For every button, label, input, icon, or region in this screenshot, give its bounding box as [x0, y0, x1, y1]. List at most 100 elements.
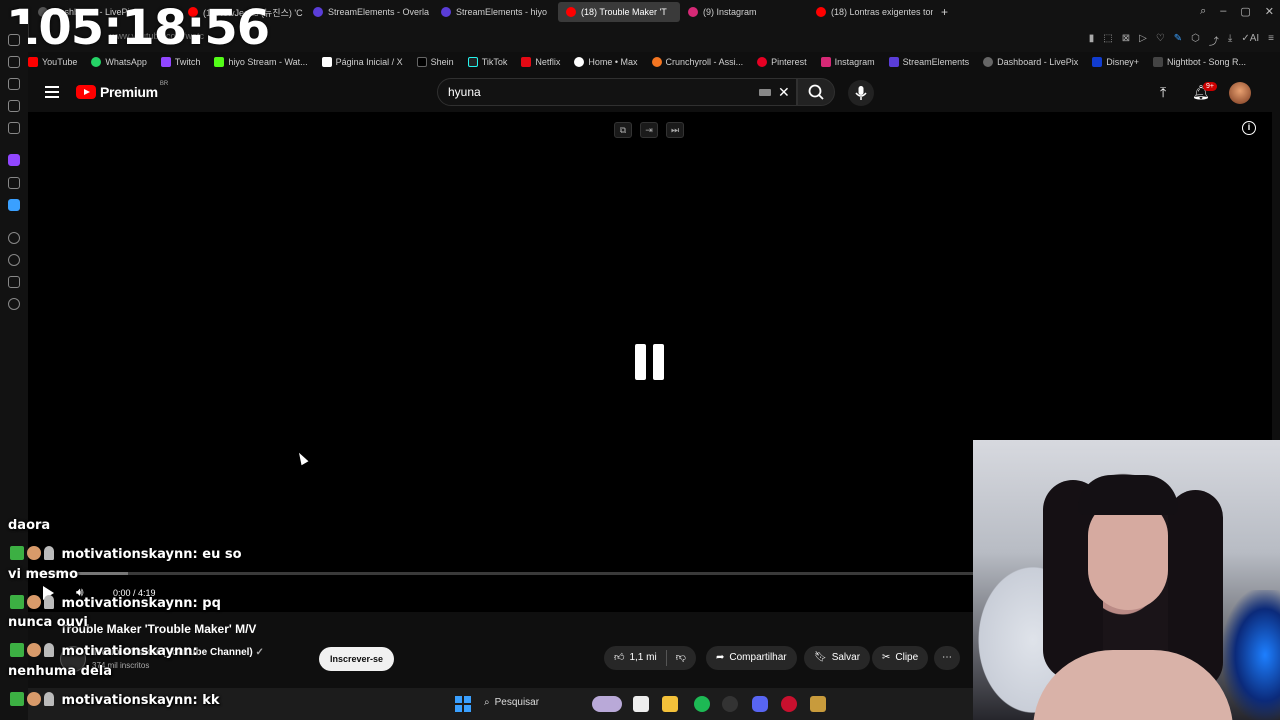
clear-search-icon[interactable]: ✕ — [778, 84, 790, 101]
bookmark-twitch[interactable]: Twitch — [160, 57, 200, 67]
tab-trouble-maker[interactable]: (18) Trouble Maker 'T — [558, 2, 680, 22]
bookmark-shein[interactable]: Shein — [416, 57, 454, 67]
chat-line: motivationskaynn: kk — [10, 692, 220, 708]
discord-icon[interactable] — [752, 696, 768, 712]
create-upload-icon[interactable]: ⤒ — [1160, 84, 1166, 101]
checkmark-badge-icon — [10, 546, 24, 560]
league-client-icon[interactable] — [810, 696, 826, 712]
tab-label: (9) Instagram — [703, 7, 757, 17]
menu-icon[interactable]: ≡ — [1268, 33, 1274, 48]
next-icon[interactable]: ⏭︎ — [666, 122, 684, 138]
subscribe-button[interactable]: Inscrever-se — [319, 647, 395, 671]
share-icon[interactable]: ⤴ — [1209, 33, 1219, 48]
file-explorer-icon[interactable] — [662, 696, 678, 712]
voice-search-button[interactable] — [848, 80, 874, 106]
settings-gear-icon[interactable] — [8, 298, 20, 310]
heart-icon[interactable]: ♡ — [1156, 33, 1165, 48]
video-progress-bar[interactable] — [28, 572, 973, 575]
search-tabs-icon[interactable]: ⌕ — [1200, 5, 1206, 18]
history-icon[interactable] — [8, 254, 20, 266]
chat-text: pq — [202, 596, 221, 611]
snipping-tool-icon[interactable] — [633, 696, 649, 712]
x-sidebar-icon[interactable] — [8, 177, 20, 189]
translate-icon[interactable]: ✎ — [1174, 33, 1182, 48]
minimize-icon[interactable]: – — [1220, 5, 1226, 18]
chat-line: motivationskaynn: eu so — [10, 546, 242, 562]
bookmark-instagram[interactable]: Instagram — [820, 57, 875, 67]
bookmark-streamelements[interactable]: StreamElements — [888, 57, 969, 67]
bookmark-crunchyroll[interactable]: Crunchyroll - Assi... — [651, 57, 743, 67]
search-input[interactable]: hyuna — [437, 78, 797, 106]
more-actions-button[interactable]: ⋯ — [934, 646, 960, 670]
pip-icon[interactable]: ⇥ — [640, 122, 658, 138]
chat-username: motivationskaynn: — [61, 547, 198, 562]
bookmark-youtube[interactable]: YouTube — [28, 57, 77, 67]
download-icon[interactable]: ⤓ — [1228, 33, 1232, 48]
back-icon[interactable] — [8, 34, 20, 46]
windows-start-icon[interactable] — [455, 696, 471, 712]
info-icon[interactable]: i — [1242, 121, 1256, 135]
bookmark-label: Pinterest — [771, 57, 807, 67]
translate-sidebar-icon[interactable] — [8, 199, 20, 211]
youtube-premium-logo[interactable]: Premium BR — [76, 81, 169, 100]
clip-button[interactable]: ✂ Clipe — [872, 646, 929, 670]
bookmark-livepix[interactable]: Dashboard - LivePix — [983, 57, 1078, 67]
close-window-icon[interactable]: ✕ — [1265, 5, 1274, 18]
bookmark-disney[interactable]: Disney+ — [1092, 57, 1139, 67]
chat-username: motivationskaynn: — [61, 693, 198, 708]
tab-instagram[interactable]: (9) Instagram — [680, 2, 808, 22]
chat-line: nunca ouvi — [8, 615, 88, 630]
bookmark-max[interactable]: Home • Max — [574, 57, 638, 67]
thumbs-down-icon: 👎︎ — [675, 652, 686, 663]
bookmark-netflix[interactable]: Netflix — [521, 57, 560, 67]
screenshot-icon[interactable]: ⬚ — [1103, 33, 1112, 48]
messenger-icon[interactable] — [8, 100, 20, 112]
bookmark-x[interactable]: Página Inicial / X — [321, 57, 403, 67]
like-button[interactable]: 👍︎ 1,1 mi — [614, 646, 657, 670]
hamburger-menu-icon[interactable] — [45, 86, 59, 98]
account-avatar[interactable] — [1229, 82, 1251, 104]
home-icon[interactable] — [8, 78, 20, 90]
maximize-icon[interactable]: ▢ — [1240, 5, 1250, 18]
search-button[interactable] — [797, 78, 835, 106]
reload-icon[interactable] — [8, 56, 20, 68]
tab-lontras[interactable]: (18) Lontras exigentes ton — [808, 2, 933, 22]
obs-icon[interactable] — [722, 696, 738, 712]
bookmark-icon[interactable]: ▮ — [1089, 33, 1095, 48]
spotify-icon[interactable] — [694, 696, 710, 712]
dislike-button[interactable]: 👎︎ — [676, 646, 686, 670]
bookmark-nightbot[interactable]: Nightbot - Song R... — [1152, 57, 1246, 67]
share-button[interactable]: ➦ Compartilhar — [706, 646, 797, 670]
extensions-sidebar-icon[interactable] — [8, 276, 20, 288]
twitch-sidebar-icon[interactable] — [8, 154, 20, 166]
vpn-icon[interactable]: ⊠ — [1122, 33, 1130, 48]
bookmark-label: Instagram — [834, 57, 875, 67]
extensions-icon[interactable]: ⬡ — [1191, 33, 1200, 48]
new-tab-button[interactable]: + — [933, 2, 956, 22]
tab-streamelements-overlay[interactable]: StreamElements - Overla — [305, 2, 433, 22]
tab-streamelements-hiyo[interactable]: StreamElements - hiyo — [433, 2, 558, 22]
chat-line: motivationskaynn: pq — [10, 595, 221, 611]
tab-label: (18) Trouble Maker 'T — [581, 7, 667, 17]
ai-icon[interactable]: ✓AI — [1241, 33, 1259, 48]
bookmark-tiktok[interactable]: TikTok — [467, 57, 507, 67]
bookmark-whatsapp[interactable]: WhatsApp — [91, 57, 147, 67]
pause-icon[interactable] — [635, 344, 665, 380]
netflix-icon — [521, 57, 532, 67]
region-code: BR — [159, 81, 169, 87]
bookmark-label: hiyo Stream - Wat... — [228, 57, 308, 67]
player-icon[interactable]: ▷ — [1139, 33, 1147, 48]
taskbar-search[interactable]: ⌕ Pesquisar — [484, 697, 539, 708]
save-button[interactable]: 🔖︎ Salvar — [804, 646, 871, 670]
miniplayer-icon[interactable]: ⧉ — [614, 122, 632, 138]
widget-icon[interactable] — [592, 696, 622, 712]
player-sidebar-icon[interactable] — [8, 232, 20, 244]
chat-text: kk — [202, 693, 220, 708]
keyboard-icon[interactable] — [759, 89, 771, 96]
bookmark-label: Shein — [430, 57, 454, 67]
avatar-badge-icon — [27, 595, 41, 609]
sidebar-m-icon[interactable] — [8, 122, 20, 134]
opera-gx-icon[interactable] — [781, 696, 797, 712]
bookmark-hiyo-stream[interactable]: hiyo Stream - Wat... — [214, 57, 308, 67]
bookmark-pinterest[interactable]: Pinterest — [757, 57, 807, 67]
